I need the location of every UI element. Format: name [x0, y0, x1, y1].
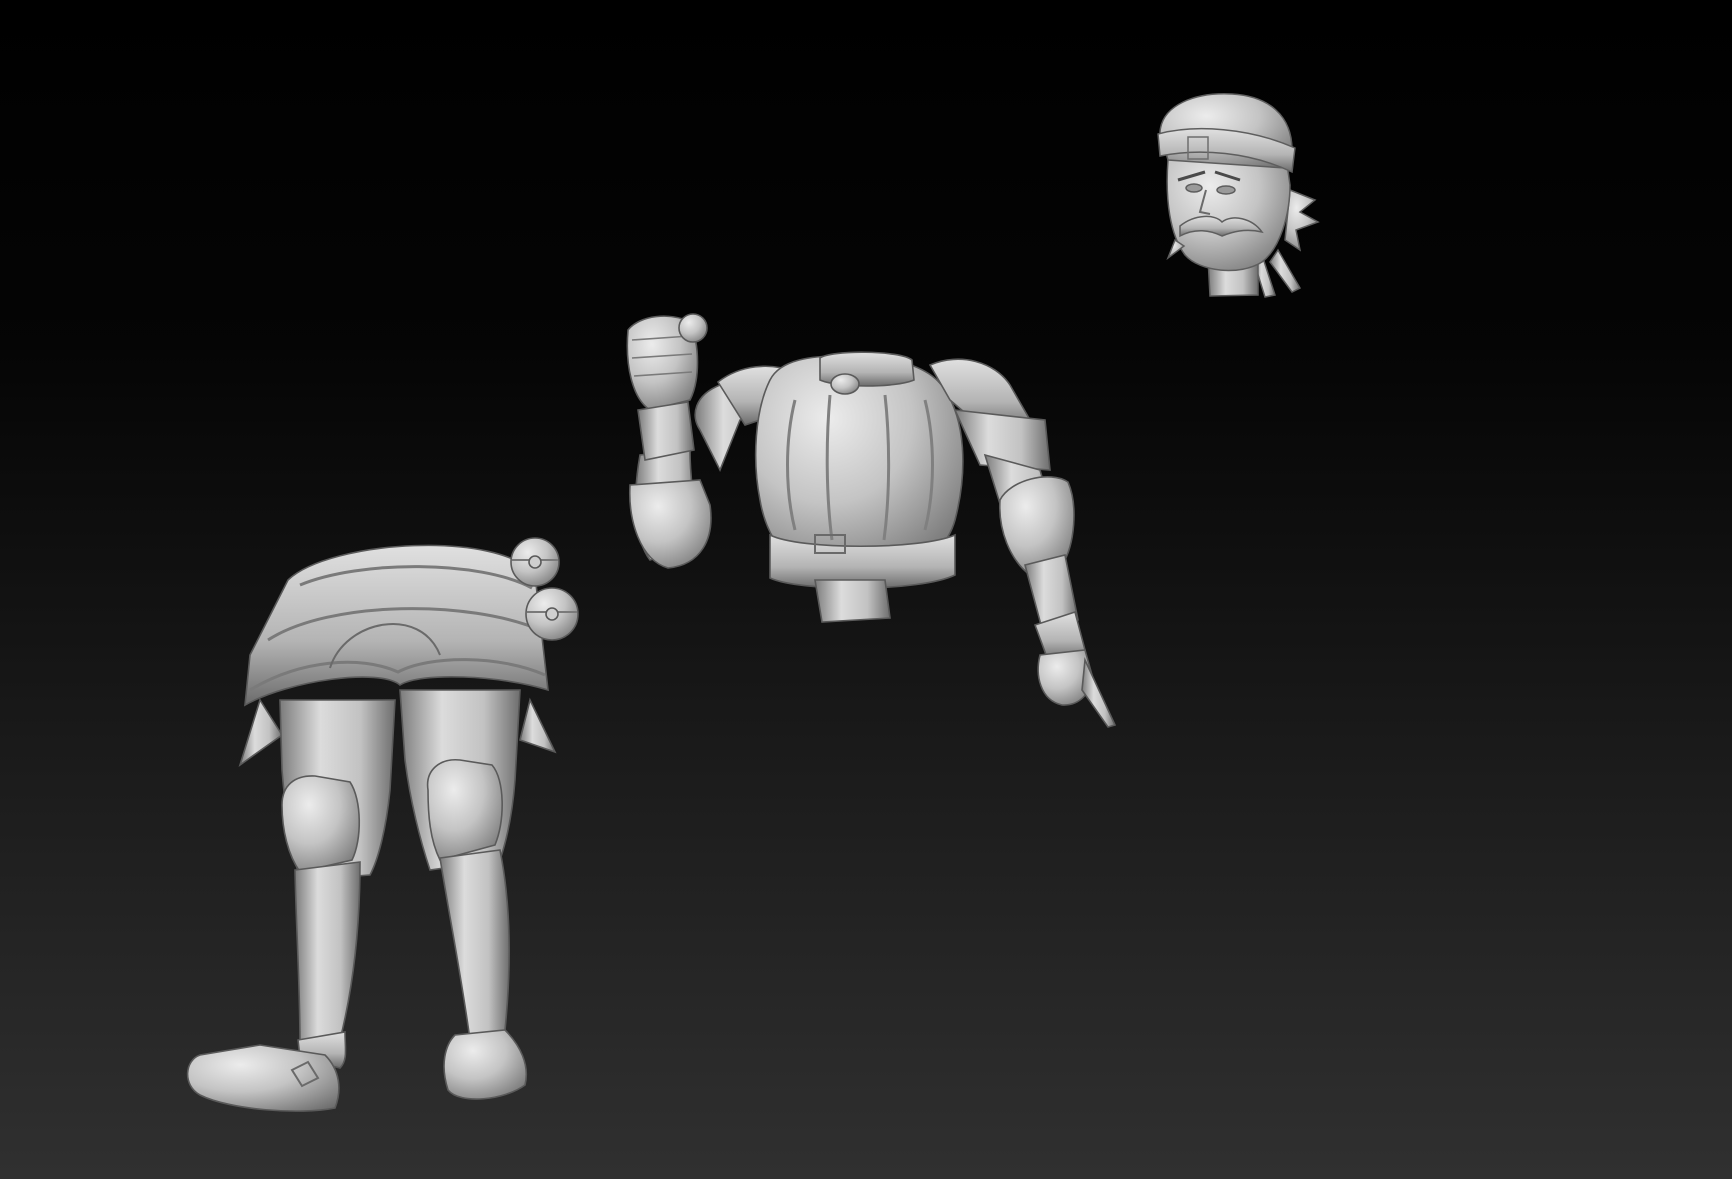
knee-guard-right: [426, 759, 503, 861]
headband-tail: [1269, 248, 1302, 293]
scene-canvas[interactable]: [0, 0, 1732, 1179]
tasset-flap-right: [519, 697, 557, 754]
torso-part[interactable]: [626, 313, 1117, 728]
knee-guard-left: [281, 775, 361, 873]
connector-peg: [814, 579, 891, 623]
collar-button: [830, 373, 860, 395]
foot-right: [443, 1029, 528, 1100]
shin-left: [294, 861, 361, 1046]
eye: [1185, 183, 1203, 193]
skirt-armor: [244, 544, 549, 707]
pointing-finger: [1081, 656, 1117, 728]
pokeball-button: [528, 555, 542, 569]
eye: [1216, 185, 1236, 195]
tasset-flap-left: [238, 698, 284, 768]
wrist-left: [637, 401, 695, 461]
head-part[interactable]: [1157, 93, 1320, 298]
elbow-guard-left: [629, 479, 712, 569]
face: [1166, 149, 1291, 272]
shin-right: [439, 849, 510, 1042]
pokeball-button: [545, 607, 559, 621]
legs-part[interactable]: [186, 537, 579, 1112]
sculpt-viewport[interactable]: [0, 0, 1732, 1179]
thumb-ball: [678, 313, 708, 343]
